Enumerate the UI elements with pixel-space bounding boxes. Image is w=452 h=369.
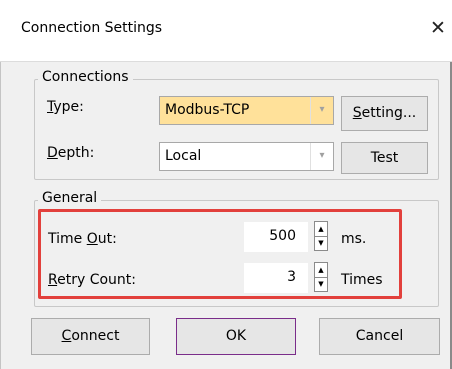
connect-button[interactable]: Connect [31,318,150,355]
chevron-down-icon[interactable]: ▾ [310,143,333,170]
timeout-input[interactable]: 500 [244,222,308,252]
connect-button-text: onnect [71,328,120,344]
setting-button[interactable]: Setting... [341,96,428,131]
retry-input[interactable]: 3 [244,263,308,293]
window-title: Connection Settings [21,20,163,36]
retry-stepper[interactable]: ▲ ▼ [314,262,328,292]
type-label-text: ype: [53,99,84,115]
type-select[interactable]: Modbus-TCP ▾ [159,96,334,125]
type-label: Type: [47,99,84,115]
depth-label: Depth: [47,145,94,161]
type-select-value: Modbus-TCP [165,102,250,118]
retry-label-mnemonic: R [48,272,58,288]
depth-label-text: epth: [57,145,95,161]
close-icon[interactable]: ✕ [424,11,452,45]
timeout-label-after: ut: [97,231,117,247]
depth-select[interactable]: Local ▾ [159,142,334,171]
ok-button[interactable]: OK [176,318,296,355]
spin-down-icon[interactable]: ▼ [315,236,327,250]
chevron-down-icon[interactable]: ▾ [310,97,333,124]
connect-button-mnemonic: C [61,328,72,344]
retry-label-text: etry Count: [57,272,136,288]
timeout-label-before: Time [48,231,87,247]
spin-up-icon[interactable]: ▲ [315,263,327,278]
connections-legend: Connections [38,69,133,85]
timeout-stepper[interactable]: ▲ ▼ [314,221,328,251]
retry-unit: Times [341,272,383,288]
retry-label: Retry Count: [48,272,136,288]
timeout-label-mnemonic: O [86,231,98,247]
depth-label-mnemonic: D [47,145,58,161]
setting-button-text: etting... [361,105,417,121]
spin-up-icon[interactable]: ▲ [315,222,327,237]
window-left-edge [0,62,1,369]
test-button[interactable]: Test [341,142,428,174]
cancel-button[interactable]: Cancel [319,318,440,355]
general-legend: General [38,190,102,206]
timeout-label: Time Out: [48,231,117,247]
setting-button-mnemonic: S [352,105,362,121]
spin-down-icon[interactable]: ▼ [315,277,327,291]
timeout-unit: ms. [341,231,367,247]
depth-select-value: Local [165,148,202,164]
